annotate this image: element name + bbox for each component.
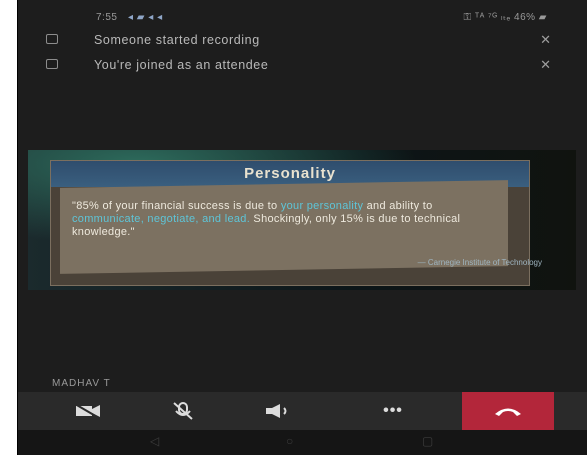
notification-text: You're joined as an attendee — [94, 58, 269, 72]
notification-attendee: You're joined as an attendee ✕ — [18, 55, 587, 77]
recent-apps-icon[interactable]: ▢ — [422, 434, 433, 448]
mic-toggle-button[interactable] — [138, 392, 228, 430]
more-options-button[interactable]: ••• — [348, 392, 438, 430]
camera-toggle-button[interactable] — [43, 392, 133, 430]
quote-part: "85% of your financial success is due to — [72, 200, 281, 212]
android-nav-bar: ◁ ○ ▢ — [18, 430, 587, 455]
call-controls-bar: ••• — [18, 392, 587, 430]
hang-up-button[interactable] — [462, 392, 554, 430]
home-icon[interactable]: ○ — [286, 434, 293, 448]
notification-recording: Someone started recording ✕ — [18, 30, 587, 52]
presenter-name: MADHAV T — [52, 378, 111, 389]
speaker-button[interactable] — [233, 392, 323, 430]
status-right-indicators: ⚿ ᵀᴬ ⁷ᴳ ₗₜₑ 46% ▰ — [463, 12, 547, 23]
hang-up-icon — [495, 408, 521, 416]
more-icon: ••• — [383, 402, 403, 419]
camera-off-icon — [74, 403, 100, 419]
close-icon[interactable]: ✕ — [540, 57, 551, 73]
mic-off-icon — [173, 402, 193, 420]
close-icon[interactable]: ✕ — [540, 32, 551, 48]
phone-screen: 7:55 ◂ ▰ ◂ ◂ ⚿ ᵀᴬ ⁷ᴳ ₗₜₑ 46% ▰ Someone s… — [17, 0, 587, 455]
slide-quote: "85% of your financial success is due to… — [72, 200, 492, 239]
back-icon[interactable]: ◁ — [150, 434, 159, 448]
status-time: 7:55 — [96, 12, 118, 23]
shared-screen-video[interactable]: Personality "85% of your financial succe… — [28, 150, 576, 290]
quote-highlight: your personality — [280, 200, 364, 212]
slide-source: — Carnegie Institute of Technology — [417, 258, 542, 267]
quote-highlight: communicate, negotiate, and lead. — [72, 213, 251, 225]
notification-text: Someone started recording — [94, 33, 260, 47]
speaker-icon — [266, 404, 287, 418]
recording-icon — [46, 34, 58, 44]
info-icon — [46, 59, 58, 69]
status-left-icons: ◂ ▰ ◂ ◂ — [128, 12, 163, 23]
status-bar: 7:55 ◂ ▰ ◂ ◂ ⚿ ᵀᴬ ⁷ᴳ ₗₜₑ 46% ▰ — [18, 8, 587, 26]
quote-part: and ability to — [363, 200, 433, 212]
